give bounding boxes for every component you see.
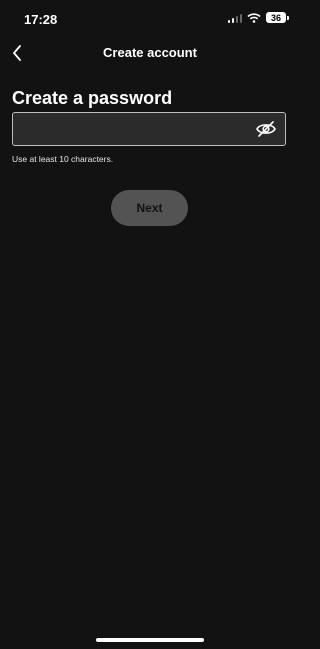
page-title: Create account	[103, 45, 197, 60]
eye-slash-icon	[256, 121, 276, 137]
toggle-password-visibility-button[interactable]	[255, 119, 277, 139]
home-indicator	[96, 638, 204, 642]
password-hint: Use at least 10 characters.	[12, 154, 114, 164]
next-button[interactable]: Next	[111, 190, 188, 226]
nav-bar: Create account	[0, 38, 300, 68]
password-input[interactable]	[21, 113, 255, 147]
password-field[interactable]	[12, 112, 286, 147]
password-heading: Create a password	[12, 88, 173, 108]
cellular-signal-icon	[227, 13, 242, 23]
status-icons: 36	[227, 12, 289, 23]
status-bar: 17:28 36	[0, 0, 300, 40]
wifi-icon	[247, 12, 261, 23]
battery-icon: 36	[266, 12, 289, 23]
status-time: 17:28	[24, 12, 58, 27]
battery-level: 36	[270, 12, 281, 23]
